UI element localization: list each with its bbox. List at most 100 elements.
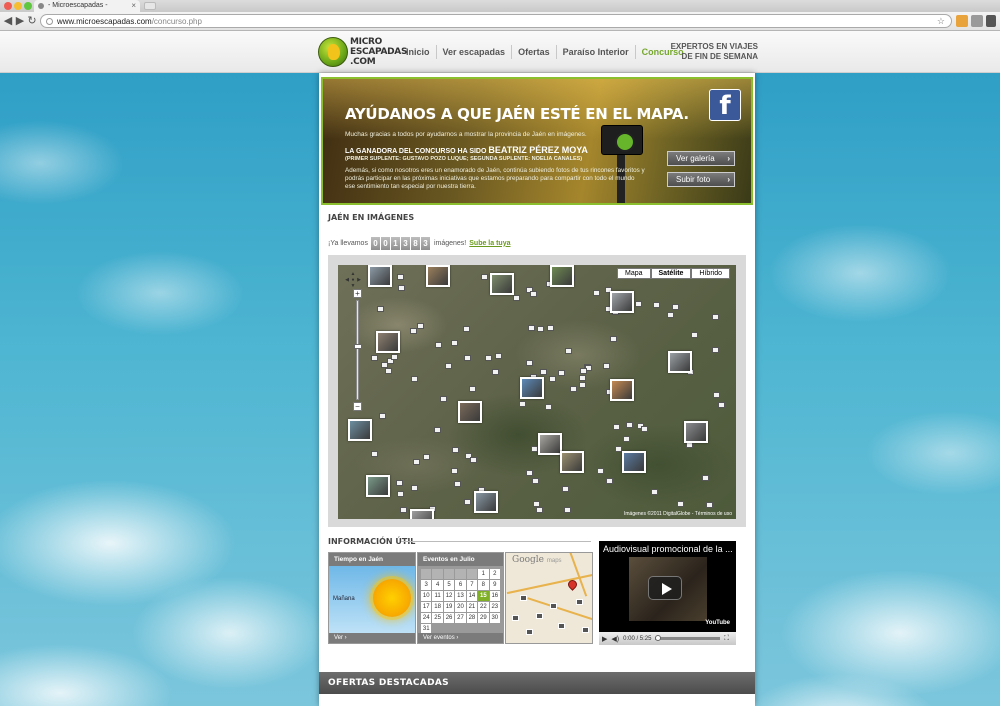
- zoom-handle[interactable]: [354, 344, 362, 349]
- weather-more-link[interactable]: Ver ›: [329, 633, 415, 643]
- map-photo-thumbnail[interactable]: [490, 273, 514, 295]
- video-progress-knob[interactable]: [655, 635, 662, 641]
- map-photo-marker[interactable]: [495, 353, 502, 359]
- view-gallery-button[interactable]: Ver galería ›: [667, 151, 735, 166]
- map-photo-marker[interactable]: [398, 285, 405, 291]
- map-type-map[interactable]: Mapa: [617, 268, 651, 279]
- map-photo-thumbnail[interactable]: [550, 265, 574, 287]
- calendar-day[interactable]: 19: [443, 602, 455, 612]
- map-photo-thumbnail[interactable]: [668, 351, 692, 373]
- map-photo-marker[interactable]: [536, 613, 543, 619]
- calendar-day[interactable]: 27: [455, 613, 466, 623]
- map-photo-marker[interactable]: [397, 491, 404, 497]
- map-photo-marker[interactable]: [481, 274, 488, 280]
- map-photo-marker[interactable]: [593, 290, 600, 296]
- calendar-day[interactable]: 8: [478, 580, 489, 590]
- map-photo-marker[interactable]: [702, 475, 709, 481]
- calendar-day[interactable]: 9: [489, 580, 500, 590]
- address-bar[interactable]: www.microescapadas.com/concurso.php ☆: [40, 14, 952, 28]
- nav-paraiso-interior[interactable]: Paraíso Interior: [557, 45, 636, 59]
- map-photo-thumbnail[interactable]: [458, 401, 482, 423]
- map-photo-marker[interactable]: [371, 355, 378, 361]
- map-photo-thumbnail[interactable]: [376, 331, 400, 353]
- maximize-window-icon[interactable]: [24, 2, 32, 10]
- map-photo-marker[interactable]: [423, 454, 430, 460]
- calendar-day[interactable]: 4: [432, 580, 443, 590]
- map-photo-marker[interactable]: [445, 363, 452, 369]
- map-photo-marker[interactable]: [379, 413, 386, 419]
- map-photo-thumbnail[interactable]: [622, 451, 646, 473]
- play-icon[interactable]: [648, 576, 682, 600]
- calendar-day[interactable]: 23: [489, 602, 500, 612]
- weather-widget[interactable]: Tiempo en Jaén Mañana Ver ›: [328, 552, 416, 644]
- map-photo-thumbnail[interactable]: [410, 509, 434, 519]
- map-photo-marker[interactable]: [582, 627, 589, 633]
- map-photo-marker[interactable]: [526, 629, 533, 635]
- calendar-day[interactable]: 10: [421, 591, 432, 601]
- map-photo-marker[interactable]: [547, 325, 554, 331]
- map-photo-marker[interactable]: [464, 355, 471, 361]
- calendar-day[interactable]: 20: [455, 602, 466, 612]
- map-photo-marker[interactable]: [549, 376, 556, 382]
- calendar-day[interactable]: 24: [421, 613, 432, 623]
- volume-icon[interactable]: ◀): [611, 635, 619, 643]
- calendar-day[interactable]: 15: [478, 591, 489, 601]
- map-type-hybrid[interactable]: Híbrido: [691, 268, 730, 279]
- map-photo-thumbnail[interactable]: [366, 475, 390, 497]
- map-photo-marker[interactable]: [565, 348, 572, 354]
- map-photo-marker[interactable]: [454, 481, 461, 487]
- map-photo-marker[interactable]: [400, 507, 407, 513]
- map-photo-thumbnail[interactable]: [538, 433, 562, 455]
- satellite-map[interactable]: ▲ ◀ ● ▶ ▼ + − Mapa Satélite Híbrido Imágen…: [338, 265, 736, 519]
- map-photo-thumbnail[interactable]: [560, 451, 584, 473]
- map-photo-marker[interactable]: [371, 451, 378, 457]
- map-photo-marker[interactable]: [526, 470, 533, 476]
- calendar-day[interactable]: 25: [432, 613, 443, 623]
- youtube-logo[interactable]: YouTube: [705, 620, 730, 626]
- calendar-day[interactable]: 29: [478, 613, 489, 623]
- map-photo-marker[interactable]: [463, 326, 470, 332]
- map-photo-marker[interactable]: [536, 507, 543, 513]
- map-photo-marker[interactable]: [667, 312, 674, 318]
- zoom-in-button[interactable]: +: [353, 289, 362, 298]
- calendar-day[interactable]: 28: [466, 613, 478, 623]
- extension-icon[interactable]: [971, 15, 983, 27]
- bookmark-star-icon[interactable]: ☆: [937, 15, 945, 28]
- facebook-icon[interactable]: f: [709, 89, 741, 121]
- map-photo-marker[interactable]: [413, 459, 420, 465]
- map-photo-thumbnail[interactable]: [474, 491, 498, 513]
- map-photo-marker[interactable]: [537, 326, 544, 332]
- map-photo-marker[interactable]: [533, 501, 540, 507]
- map-photo-marker[interactable]: [626, 422, 633, 428]
- map-photo-marker[interactable]: [520, 595, 527, 601]
- map-photo-marker[interactable]: [641, 426, 648, 432]
- calendar-day[interactable]: 5: [443, 580, 455, 590]
- map-photo-marker[interactable]: [526, 360, 533, 366]
- map-photo-marker[interactable]: [532, 478, 539, 484]
- map-photo-thumbnail[interactable]: [348, 419, 372, 441]
- map-photo-marker[interactable]: [452, 447, 459, 453]
- map-photo-marker[interactable]: [470, 457, 477, 463]
- fullscreen-icon[interactable]: ⛶: [724, 635, 729, 643]
- calendar-day[interactable]: 2: [489, 569, 500, 579]
- map-photo-marker[interactable]: [540, 369, 547, 375]
- site-logo[interactable]: MICRO ESCAPADAS .COM: [318, 34, 407, 70]
- minimize-window-icon[interactable]: [14, 2, 22, 10]
- map-photo-marker[interactable]: [610, 336, 617, 342]
- wrench-menu-icon[interactable]: [986, 15, 996, 27]
- map-photo-marker[interactable]: [410, 328, 417, 334]
- map-type-satellite[interactable]: Satélite: [650, 268, 692, 279]
- map-photo-marker[interactable]: [712, 347, 719, 353]
- featured-offers-header[interactable]: OFERTAS DESTACADAS: [319, 672, 755, 694]
- map-photo-thumbnail[interactable]: [520, 377, 544, 399]
- upload-photo-button[interactable]: Subir foto ›: [667, 172, 735, 187]
- map-photo-marker[interactable]: [597, 468, 604, 474]
- map-photo-marker[interactable]: [492, 369, 499, 375]
- calendar-day[interactable]: 1: [478, 569, 489, 579]
- map-photo-marker[interactable]: [580, 368, 587, 374]
- map-photo-marker[interactable]: [718, 402, 725, 408]
- map-photo-marker[interactable]: [706, 502, 713, 508]
- calendar-day[interactable]: 7: [466, 580, 478, 590]
- map-photo-marker[interactable]: [519, 401, 526, 407]
- map-photo-marker[interactable]: [440, 396, 447, 402]
